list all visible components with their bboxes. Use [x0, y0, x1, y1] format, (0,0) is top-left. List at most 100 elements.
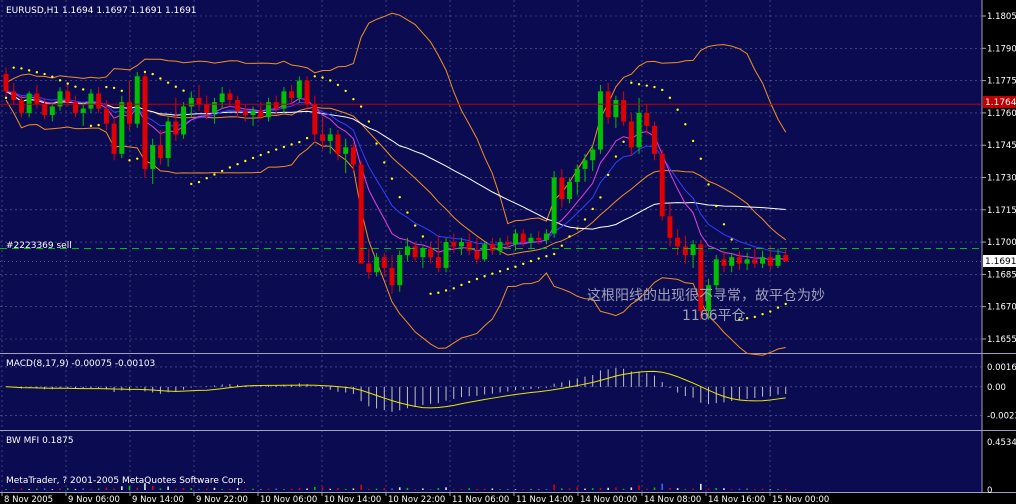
candle-body	[420, 248, 426, 258]
sar-dot	[213, 173, 216, 176]
sar-dot	[437, 291, 440, 294]
candle-body	[18, 99, 24, 113]
candle-body	[165, 121, 171, 159]
candle-body	[219, 93, 225, 103]
x-tick-label: 11 Nov 06:00	[452, 495, 509, 504]
sar-dot	[344, 89, 347, 93]
sar-dot	[259, 153, 262, 157]
x-tick-label: 15 Nov 00:00	[772, 495, 829, 504]
sar-dot	[568, 235, 571, 238]
candle-body	[312, 104, 318, 135]
candle-body	[335, 134, 341, 154]
sar-dot	[290, 143, 293, 146]
macd-tick-label: -0.00232	[987, 412, 1016, 422]
mfi-label: BW MFI 0.1875	[6, 436, 74, 446]
sar-dot	[676, 108, 679, 111]
candle-body	[127, 102, 133, 124]
sar-dot	[205, 177, 208, 180]
sar-dot	[668, 96, 672, 100]
sar-dot	[483, 275, 486, 278]
y-tick-label: 1.1745	[987, 141, 1016, 151]
sar-dot	[622, 140, 625, 143]
candle-body	[466, 242, 472, 251]
candle-body	[520, 233, 526, 243]
candle-body	[675, 237, 681, 247]
y-tick-label: 1.1685	[987, 270, 1016, 280]
candle-body	[157, 145, 163, 159]
sar-dot	[305, 136, 309, 140]
sar-dot	[4, 96, 8, 100]
sar-dot	[244, 159, 247, 163]
sar-dot	[537, 257, 540, 260]
sar-dot	[128, 159, 131, 162]
sar-dot	[645, 84, 648, 87]
candle-body	[258, 110, 264, 118]
annotation-line-1: 这根阳线的出现很不寻常，故平仓为妙	[587, 287, 825, 304]
candle-body	[111, 123, 117, 154]
price-panel[interactable]	[0, 0, 982, 353]
candle-body	[659, 153, 665, 217]
sar-dot	[699, 157, 702, 160]
sar-dot	[159, 77, 162, 80]
sar-dot	[136, 157, 139, 160]
sar-dot	[367, 120, 371, 123]
y-tick-label: 1.1655	[987, 335, 1016, 345]
sar-dot	[35, 71, 39, 74]
candle-body	[474, 250, 480, 260]
sar-dot	[715, 204, 718, 208]
sar-dot	[321, 76, 324, 79]
y-tick-label: 1.1700	[987, 238, 1016, 248]
candle-body	[559, 177, 565, 200]
sar-dot	[20, 67, 23, 70]
mfi-tick-label: 0.4534	[987, 438, 1016, 448]
candle-body	[88, 93, 94, 109]
sar-dot	[730, 238, 733, 241]
sar-dot	[329, 79, 332, 82]
sar-dot	[359, 105, 363, 108]
x-tick-label: 14 Nov 08:00	[644, 495, 701, 504]
sar-dot	[352, 97, 355, 101]
symbol-info: EURUSD,H1 1.1694 1.1697 1.1691 1.1691	[6, 6, 197, 16]
candle-body	[528, 237, 534, 243]
sar-dot	[413, 224, 417, 227]
sar-dot	[475, 277, 479, 281]
candle-body	[96, 93, 102, 109]
sar-dot	[74, 85, 77, 88]
sar-dot	[583, 218, 587, 221]
candle-body	[428, 248, 434, 258]
candle-body	[173, 121, 179, 135]
sar-dot	[707, 183, 710, 186]
sar-dot	[452, 287, 455, 290]
sar-dot	[151, 72, 154, 76]
candle-body	[26, 93, 32, 113]
candle-body	[181, 106, 187, 135]
candle-body	[250, 110, 256, 116]
sar-dot	[614, 155, 618, 158]
sar-dot	[630, 81, 633, 84]
candle-body	[343, 147, 349, 154]
sar-dot	[468, 280, 471, 284]
macd-tick-label: 0.00	[987, 383, 1006, 393]
candle-body	[211, 102, 217, 113]
candle-body	[505, 242, 511, 245]
candle-body	[543, 233, 549, 240]
candle-body	[11, 91, 17, 100]
candle-body	[273, 102, 279, 109]
candle-body	[489, 244, 495, 251]
x-tick-label: 10 Nov 22:00	[388, 495, 445, 504]
candle-body	[713, 259, 719, 286]
candle-body	[42, 104, 48, 116]
y-tick-label: 1.1805	[987, 12, 1016, 22]
candle-body	[34, 93, 40, 105]
trading-chart[interactable]: 0.0016 0.00 -0.00232 0.4534 0 1.1805 1.1790 1…	[0, 0, 1016, 504]
x-tick-label: 14 Nov 16:00	[708, 495, 765, 504]
candle-body	[80, 108, 86, 113]
sar-dot	[606, 173, 610, 177]
candle-body	[350, 147, 356, 165]
sar-dot	[545, 254, 548, 258]
sar-dot	[684, 123, 687, 126]
sar-dot	[444, 289, 448, 292]
mfi-tick-label: 0	[987, 486, 992, 496]
x-tick-label: 9 Nov 06:00	[68, 495, 120, 504]
sar-dot	[220, 169, 224, 173]
